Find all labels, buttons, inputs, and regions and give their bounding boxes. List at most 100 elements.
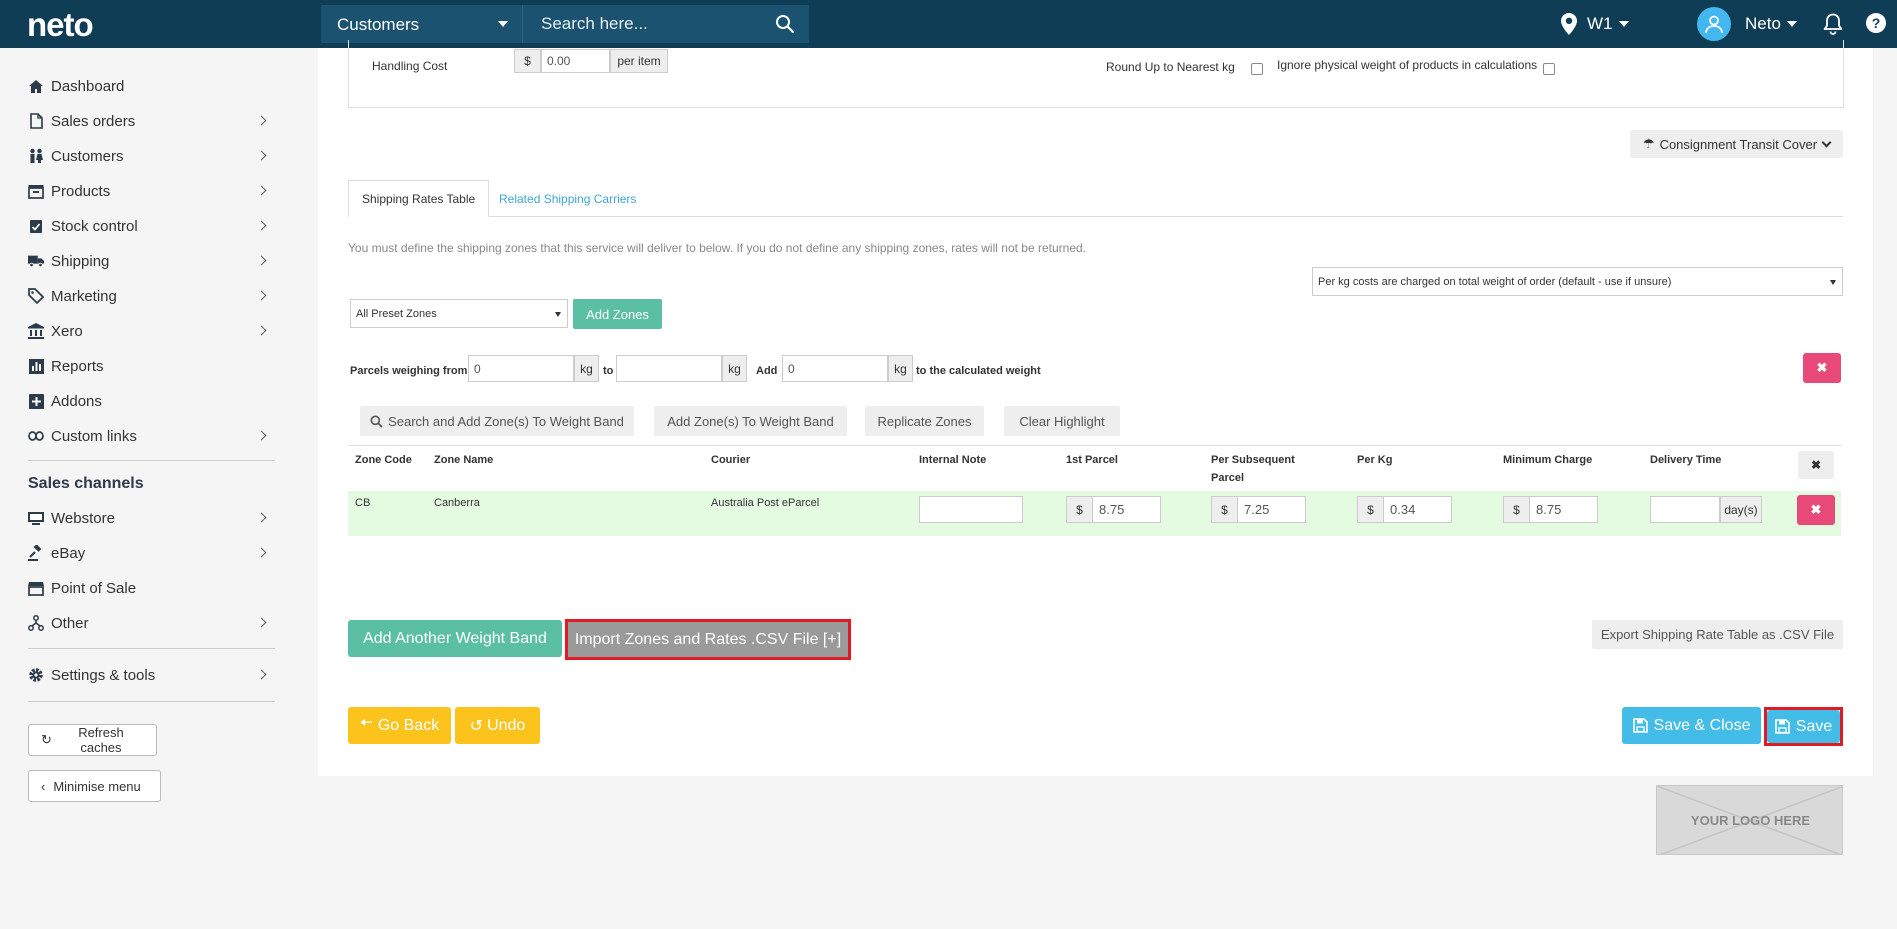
sidebar-item-sales-orders[interactable]: Sales orders (28, 106, 275, 136)
undo-button[interactable]: ↺ Undo (455, 707, 540, 744)
help-icon[interactable]: ? (1865, 12, 1887, 34)
bar-chart-icon (28, 358, 44, 374)
chevron-right-icon (256, 325, 267, 336)
arrow-left-icon: 🠤 (359, 715, 373, 732)
delivery-time-input[interactable] (1650, 496, 1720, 523)
add-zones-button[interactable]: Add Zones (573, 299, 662, 329)
delete-all-zones-button[interactable]: ✖ (1798, 451, 1834, 479)
box-icon (28, 183, 44, 199)
chevron-right-icon (256, 115, 267, 126)
weight-from-input[interactable] (468, 355, 574, 382)
per-kg-calculation-select[interactable]: Per kg costs are charged on total weight… (1312, 267, 1843, 296)
gear-icon (28, 667, 44, 683)
add-zones-to-band-button[interactable]: Add Zone(s) To Weight Band (654, 406, 847, 436)
sidebar-item-xero[interactable]: Xero (28, 316, 275, 346)
sidebar-item-label: Webstore (51, 509, 115, 527)
refresh-icon: ↻ (41, 732, 52, 747)
save-and-close-button[interactable]: Save & Close (1622, 707, 1761, 744)
ignore-weight-checkbox[interactable] (1543, 63, 1555, 75)
calculated-weight-label: to the calculated weight (916, 365, 1041, 377)
replicate-zones-button[interactable]: Replicate Zones (865, 406, 984, 436)
search-icon[interactable] (775, 14, 795, 34)
sidebar: Dashboard Sales orders Customers Product… (0, 48, 300, 929)
col-zone-code: Zone Code (355, 454, 412, 466)
go-back-button[interactable]: 🠤 Go Back (348, 707, 451, 744)
col-per-subsequent-parcel: Per Subsequent Parcel (1211, 454, 1295, 484)
bank-icon (28, 323, 44, 339)
round-up-checkbox[interactable] (1251, 63, 1263, 75)
delete-zone-button[interactable]: ✖ (1797, 495, 1835, 525)
currency-addon: $ (514, 49, 541, 73)
to-label: to (603, 365, 614, 377)
handling-cost-input[interactable] (541, 49, 610, 73)
save-and-close-label: Save & Close (1653, 716, 1751, 734)
per-subsequent-field[interactable]: $ 7.25 (1211, 496, 1306, 523)
search-add-zones-button[interactable]: Search and Add Zone(s) To Weight Band (360, 406, 634, 436)
currency-addon: $ (1503, 496, 1530, 523)
sidebar-item-ebay[interactable]: eBay (28, 538, 275, 568)
internal-note-input[interactable] (919, 496, 1023, 523)
save-highlight-outline (1764, 707, 1843, 746)
consignment-transit-cover-button[interactable]: ☂ Consignment Transit Cover (1630, 130, 1843, 158)
per-item-addon: per item (610, 49, 668, 73)
neto-logo[interactable]: neto (27, 6, 94, 44)
search-input[interactable] (522, 5, 809, 43)
sidebar-item-label: Addons (51, 392, 102, 410)
delete-weight-band-button[interactable]: ✖ (1803, 353, 1841, 383)
sidebar-item-stock-control[interactable]: Stock control (28, 211, 275, 241)
zone-code-cell: CB (355, 497, 371, 509)
sidebar-item-label: Stock control (51, 217, 138, 235)
first-parcel-input[interactable]: 8.75 (1093, 496, 1161, 523)
minimum-charge-field[interactable]: $ 8.75 (1503, 496, 1598, 523)
search-scope-select[interactable]: Customers (321, 5, 522, 43)
search-add-zones-label: Search and Add Zone(s) To Weight Band (388, 413, 624, 429)
currency-addon: $ (1357, 496, 1384, 523)
chevron-right-icon (256, 185, 267, 196)
per-kg-input[interactable]: 0.34 (1384, 496, 1452, 523)
weight-to-input[interactable] (616, 355, 722, 382)
bell-icon[interactable] (1823, 13, 1843, 35)
sidebar-item-products[interactable]: Products (28, 176, 275, 206)
tab-shipping-rates-table[interactable]: Shipping Rates Table (348, 180, 490, 217)
minimum-charge-input[interactable]: 8.75 (1530, 496, 1598, 523)
sidebar-item-addons[interactable]: Addons (28, 386, 275, 416)
truck-icon (28, 253, 44, 269)
add-weight-band-button[interactable]: Add Another Weight Band (348, 620, 562, 657)
sidebar-item-marketing[interactable]: Marketing (28, 281, 275, 311)
sidebar-item-custom-links[interactable]: Custom links (28, 421, 275, 451)
sidebar-item-reports[interactable]: Reports (28, 351, 275, 381)
sidebar-item-customers[interactable]: Customers (28, 141, 275, 171)
sidebar-item-dashboard[interactable]: Dashboard (28, 71, 275, 101)
first-parcel-field[interactable]: $ 8.75 (1066, 496, 1161, 523)
sidebar-item-webstore[interactable]: Webstore (28, 503, 275, 533)
refresh-caches-button[interactable]: ↻ Refresh caches (28, 724, 157, 756)
preset-zones-label: All Preset Zones (356, 307, 437, 320)
sidebar-item-settings[interactable]: Settings & tools (28, 660, 275, 690)
chevron-right-icon (256, 150, 267, 161)
sidebar-item-point-of-sale[interactable]: Point of Sale (28, 573, 275, 603)
sidebar-item-shipping[interactable]: Shipping (28, 246, 275, 276)
minimise-menu-button[interactable]: ‹ Minimise menu (28, 770, 161, 802)
per-kg-field[interactable]: $ 0.34 (1357, 496, 1452, 523)
parcels-from-label: Parcels weighing from (350, 365, 468, 377)
chevron-down-icon (1830, 280, 1836, 285)
preset-zones-select[interactable]: All Preset Zones (350, 299, 568, 328)
tab-related-shipping-carriers[interactable]: Related Shipping Carriers (486, 180, 649, 217)
export-csv-button[interactable]: Export Shipping Rate Table as .CSV File (1592, 620, 1843, 649)
user-name: Neto (1745, 14, 1781, 33)
sidebar-item-label: Sales orders (51, 112, 136, 130)
link-icon (28, 428, 44, 444)
currency-addon: $ (1066, 496, 1093, 523)
clear-highlight-button[interactable]: Clear Highlight (1004, 406, 1120, 436)
per-subsequent-input[interactable]: 7.25 (1238, 496, 1306, 523)
col-first-parcel: 1st Parcel (1066, 454, 1118, 466)
add-weight-input[interactable] (782, 355, 888, 382)
round-up-label: Round Up to Nearest kg (1106, 60, 1235, 74)
sidebar-item-other[interactable]: Other (28, 608, 275, 638)
import-csv-button[interactable]: Import Zones and Rates .CSV File [+] (565, 619, 851, 660)
sales-channels-heading: Sales channels (28, 475, 144, 492)
kg-addon: kg (888, 355, 913, 382)
chevron-right-icon (256, 255, 267, 266)
monitor-icon (28, 510, 44, 526)
sidebar-item-label: Other (51, 614, 89, 632)
